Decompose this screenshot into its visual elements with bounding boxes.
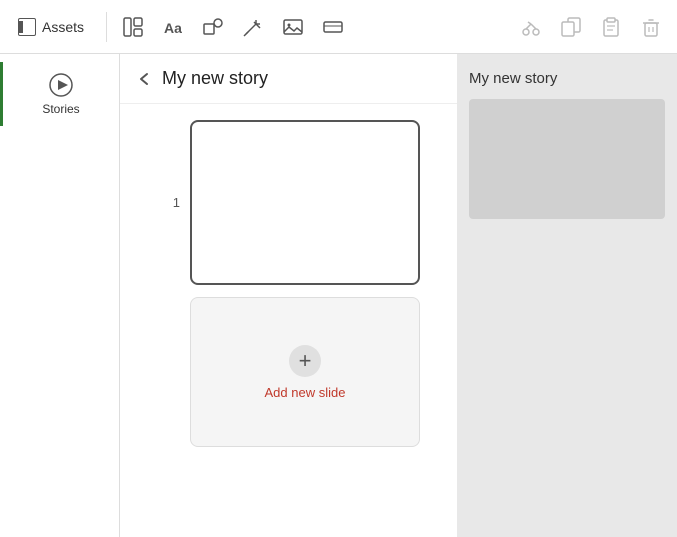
add-slide-button[interactable]: + Add new slide <box>190 297 420 447</box>
layout-button[interactable] <box>115 9 151 45</box>
slides-container: 1 + Add new slide <box>120 104 457 463</box>
magic-button[interactable] <box>235 9 271 45</box>
text-icon: Aa <box>162 16 184 38</box>
copy-button[interactable] <box>553 9 589 45</box>
sidebar: Stories <box>0 54 120 537</box>
toolbar: Assets Aa <box>0 0 677 54</box>
paste-button[interactable] <box>593 9 629 45</box>
text-button[interactable]: Aa <box>155 9 191 45</box>
stories-icon <box>48 72 74 98</box>
image-icon <box>282 16 304 38</box>
stories-label: Stories <box>42 102 79 116</box>
toolbar-left: Assets <box>8 12 107 42</box>
back-button[interactable] <box>136 70 154 88</box>
assets-label: Assets <box>42 19 84 35</box>
add-slide-label: Add new slide <box>265 385 346 400</box>
delete-button[interactable] <box>633 9 669 45</box>
svg-text:Aa: Aa <box>164 20 182 36</box>
panel-header: My new story <box>120 54 457 104</box>
slide-row-1: 1 <box>160 120 441 285</box>
right-panel-title: My new story <box>469 70 665 87</box>
right-panel: My new story <box>457 54 677 537</box>
delete-icon <box>640 16 662 38</box>
image-button[interactable] <box>275 9 311 45</box>
cut-icon <box>520 16 542 38</box>
assets-icon <box>18 18 36 36</box>
center-panel: My new story 1 + Add new slide <box>120 54 457 537</box>
cut-button[interactable] <box>513 9 549 45</box>
panel-title: My new story <box>162 68 268 89</box>
sidebar-item-stories[interactable]: Stories <box>0 62 119 126</box>
copy-icon <box>560 16 582 38</box>
back-icon <box>136 70 154 88</box>
shapes-button[interactable] <box>195 9 231 45</box>
toolbar-right <box>513 9 669 45</box>
shapes-icon <box>202 16 224 38</box>
main-area: Stories My new story 1 + Add new slide <box>0 54 677 537</box>
media-button[interactable] <box>315 9 351 45</box>
slide-number-1: 1 <box>160 195 180 210</box>
layout-icon <box>122 16 144 38</box>
paste-icon <box>600 16 622 38</box>
add-plus-icon: + <box>289 345 321 377</box>
assets-tab[interactable]: Assets <box>8 12 94 42</box>
media-icon <box>322 16 344 38</box>
right-panel-preview <box>469 99 665 219</box>
slide-thumbnail-1[interactable] <box>190 120 420 285</box>
magic-icon <box>242 16 264 38</box>
